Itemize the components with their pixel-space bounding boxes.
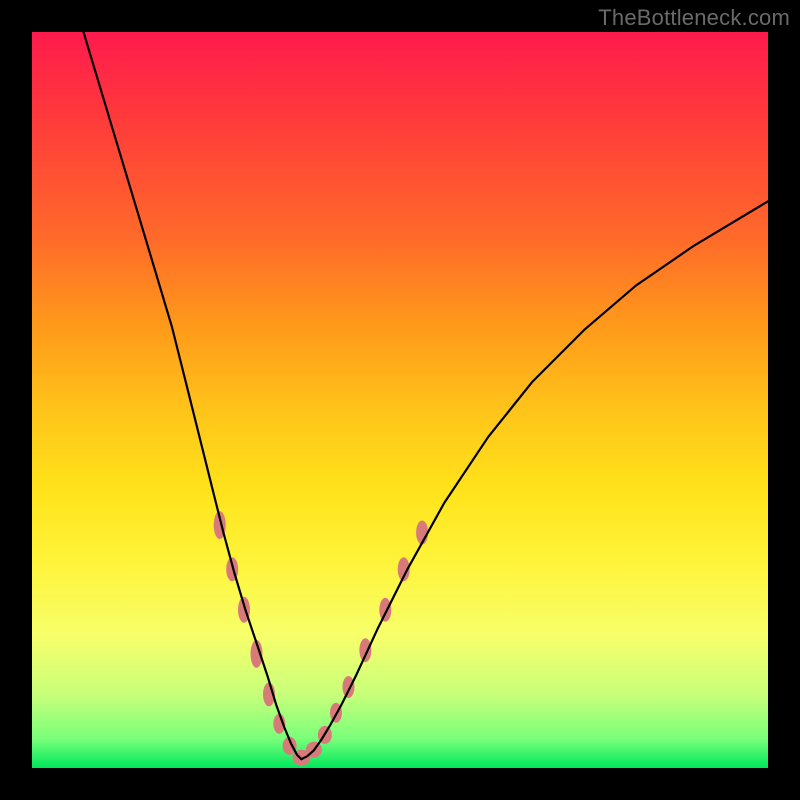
highlight-blob	[379, 598, 391, 622]
highlight-markers	[214, 511, 428, 766]
watermark-text: TheBottleneck.com	[598, 5, 790, 31]
curve-left-branch	[84, 32, 302, 759]
chart-frame: TheBottleneck.com	[0, 0, 800, 800]
curve-right-branch	[301, 201, 768, 759]
plot-area	[32, 32, 768, 768]
highlight-blob	[359, 638, 371, 662]
highlight-blob	[343, 676, 355, 698]
chart-svg	[32, 32, 768, 768]
